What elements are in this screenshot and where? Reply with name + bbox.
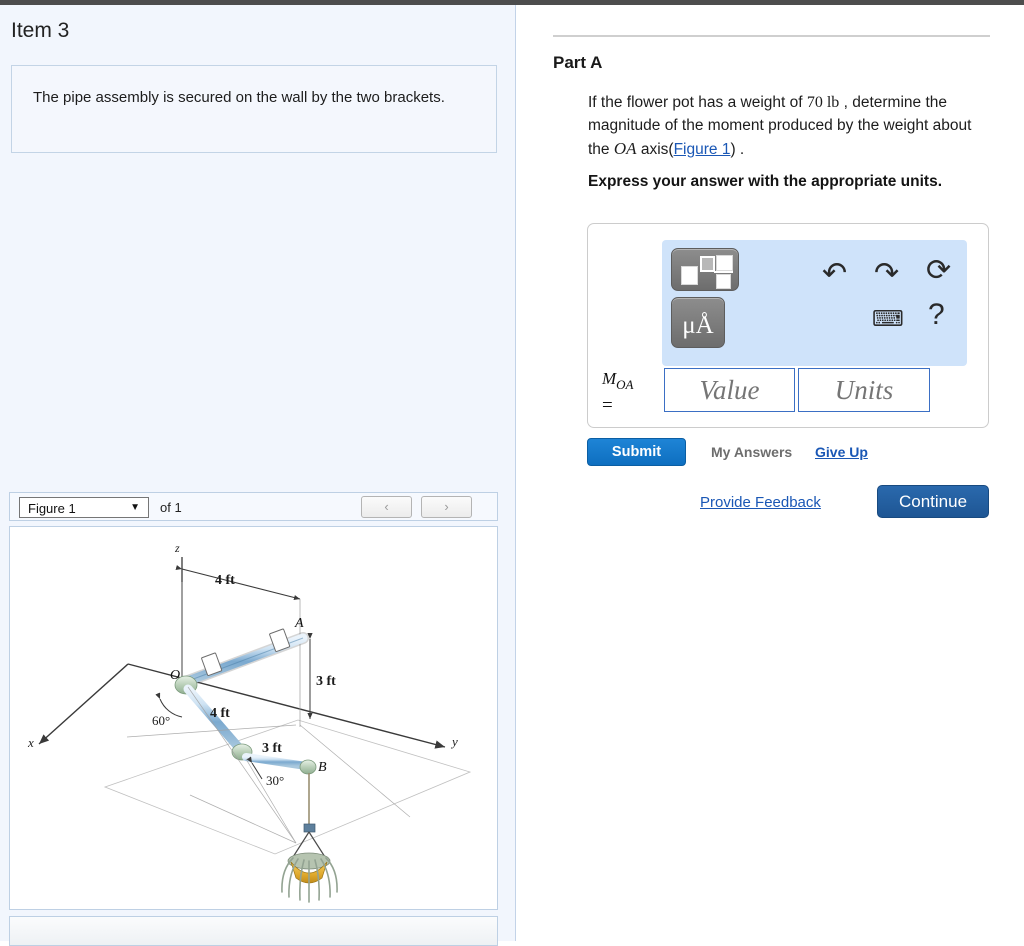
problem-statement-text: The pipe assembly is secured on the wall… bbox=[33, 89, 445, 106]
figure-select-label: Figure 1 bbox=[28, 501, 76, 516]
chevron-down-icon: ▼ bbox=[130, 502, 140, 513]
problem-statement-box: The pipe assembly is secured on the wall… bbox=[11, 65, 497, 153]
math-toolbar: μÅ ↶ ↷ ⟳ ⌨ ? bbox=[662, 240, 967, 366]
figure-image-frame[interactable]: z x y 4 ft 3 ft O A 4 ft 60° 3 ft B 30° bbox=[9, 526, 498, 910]
template-small-square-icon bbox=[700, 256, 715, 272]
keyboard-icon[interactable]: ⌨ bbox=[872, 306, 904, 332]
undo-icon[interactable]: ↶ bbox=[822, 256, 847, 291]
redo-icon[interactable]: ↷ bbox=[874, 256, 899, 291]
rope-hook bbox=[303, 823, 316, 833]
units-instruction: Express your answer with the appropriate… bbox=[588, 173, 943, 190]
provide-feedback-link[interactable]: Provide Feedback bbox=[700, 494, 821, 511]
left-pane: Item 3 The pipe assembly is secured on t… bbox=[0, 5, 516, 946]
point-label-B: B bbox=[318, 760, 327, 775]
axis-label-z: z bbox=[174, 541, 180, 555]
math-template-button[interactable] bbox=[671, 248, 739, 291]
dimension-label-4ft-top: 4 ft bbox=[215, 573, 235, 588]
pipe-segment-third bbox=[242, 753, 310, 770]
submit-button[interactable]: Submit bbox=[587, 438, 686, 466]
previous-figure-button[interactable]: ‹ bbox=[361, 496, 412, 518]
answer-label-equals: = bbox=[602, 394, 613, 416]
prompt-axis-suffix: axis( bbox=[636, 141, 674, 158]
answer-entry-panel: μÅ ↶ ↷ ⟳ ⌨ ? MOA = bbox=[587, 223, 989, 428]
joint-b bbox=[299, 759, 317, 775]
answer-label-m: M bbox=[602, 369, 617, 388]
prompt-axis: OA bbox=[613, 139, 637, 158]
answer-label-sub: OA bbox=[616, 376, 634, 392]
dimension-label-3ft-third: 3 ft bbox=[262, 741, 282, 756]
axis-label-y: y bbox=[450, 734, 458, 749]
answer-value-input[interactable] bbox=[664, 368, 795, 412]
prompt-weight: 70 lb bbox=[806, 94, 840, 111]
give-up-link[interactable]: Give Up bbox=[815, 444, 868, 460]
figure-1-link[interactable]: Figure 1 bbox=[674, 141, 731, 158]
point-label-A: A bbox=[294, 616, 304, 631]
template-square-icon bbox=[681, 266, 698, 285]
question-prompt: If the flower pot has a weight of 70 lb … bbox=[588, 91, 988, 161]
page-title: Item 3 bbox=[11, 19, 70, 42]
figure-diagram: z x y 4 ft 3 ft O A 4 ft 60° 3 ft B 30° bbox=[27, 541, 472, 903]
my-answers-link[interactable]: My Answers bbox=[711, 444, 792, 460]
part-title: Part A bbox=[553, 53, 603, 72]
prompt-pre: If the flower pot has a weight of bbox=[588, 94, 807, 111]
micro-angstrom-icon: μÅ bbox=[682, 312, 714, 339]
reset-icon[interactable]: ⟳ bbox=[926, 253, 951, 288]
template-fraction-bar-icon bbox=[714, 271, 733, 273]
answer-label: MOA = bbox=[602, 368, 660, 416]
template-fraction-bottom-icon bbox=[716, 274, 731, 289]
dimension-label-4ft-second: 4 ft bbox=[210, 706, 230, 721]
dimension-label-3ft-vertical: 3 ft bbox=[316, 674, 336, 689]
axis-label-x: x bbox=[27, 735, 34, 750]
figure-count-label: of 1 bbox=[160, 500, 182, 515]
help-icon[interactable]: ? bbox=[928, 298, 945, 332]
figure-select[interactable]: Figure 1 ▼ bbox=[19, 497, 149, 518]
units-symbols-button[interactable]: μÅ bbox=[671, 297, 725, 348]
template-fraction-top-icon bbox=[716, 255, 733, 271]
next-figure-button[interactable]: › bbox=[421, 496, 472, 518]
prompt-tail: ) . bbox=[730, 141, 745, 158]
point-label-O: O bbox=[170, 668, 180, 683]
angle-label-60: 60° bbox=[152, 713, 170, 728]
answer-units-input[interactable] bbox=[798, 368, 930, 412]
flower-pot bbox=[281, 831, 338, 903]
right-pane: Part A If the flower pot has a weight of… bbox=[517, 5, 1024, 941]
figure-toolbar: Figure 1 ▼ of 1 ‹ › bbox=[9, 492, 498, 521]
angle-label-30: 30° bbox=[266, 773, 284, 788]
figure-footer-strip bbox=[9, 916, 498, 946]
continue-button[interactable]: Continue bbox=[877, 485, 989, 518]
section-divider bbox=[553, 35, 990, 37]
